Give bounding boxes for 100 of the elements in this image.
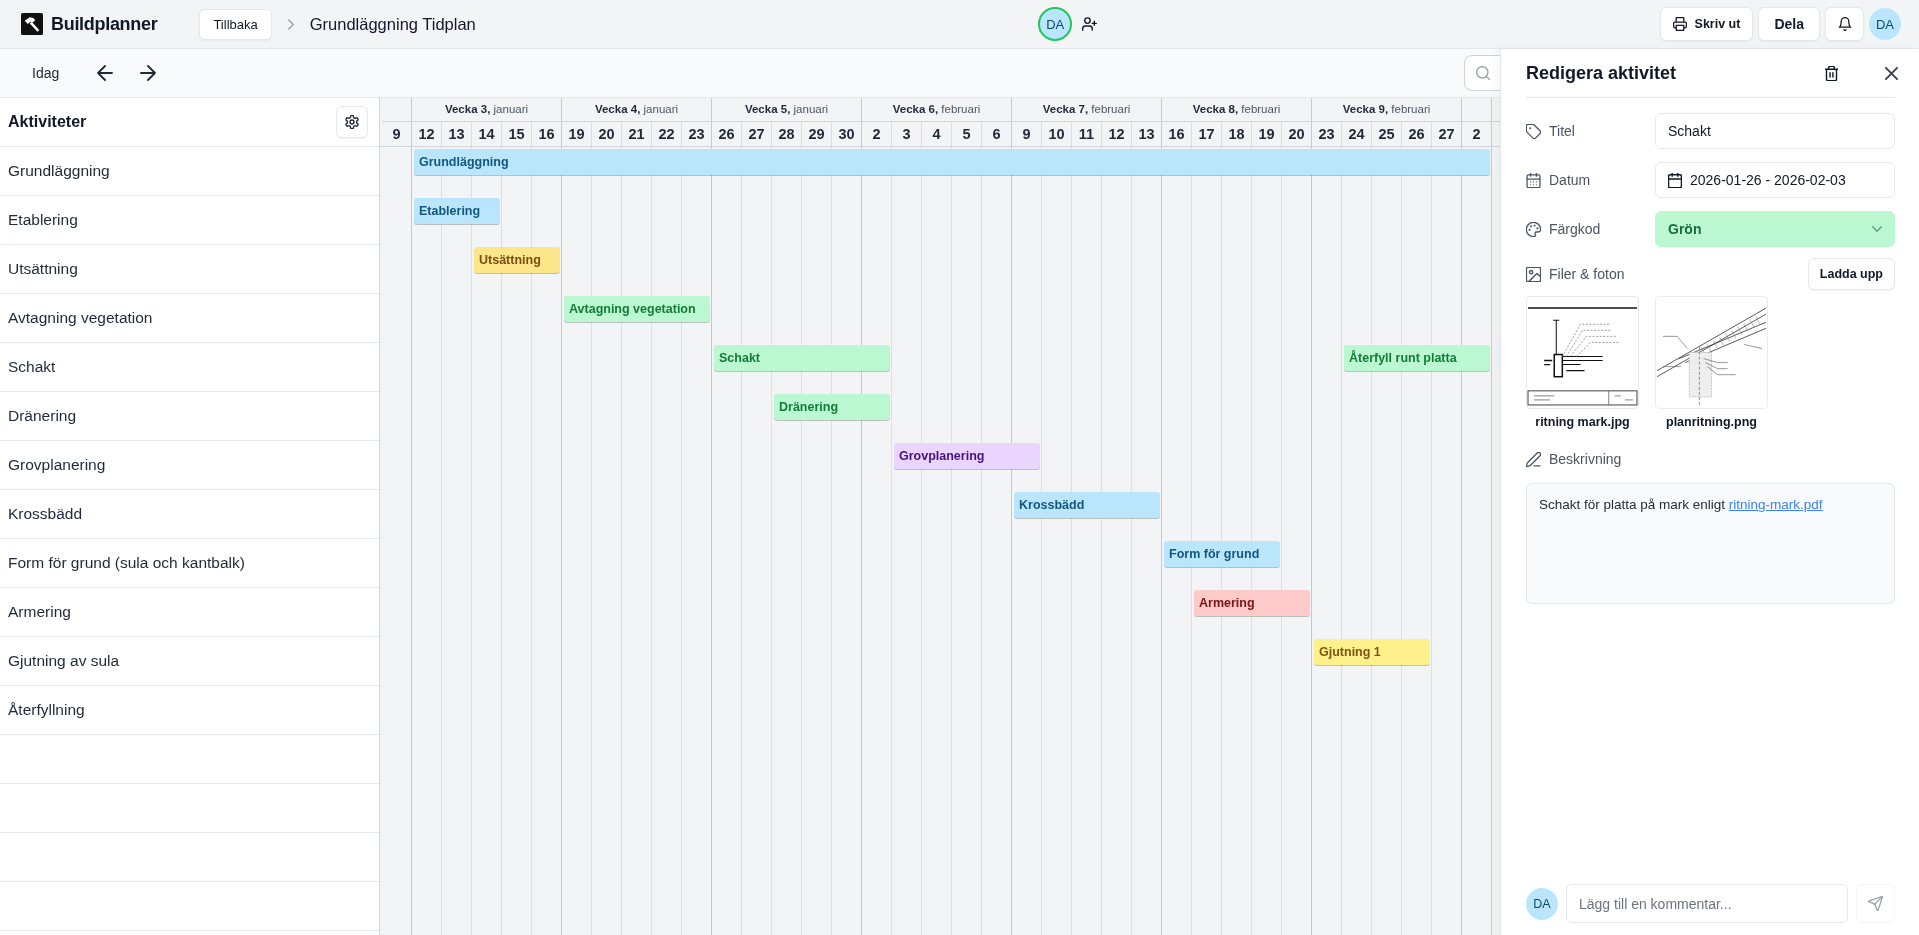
app-name: Buildplanner — [51, 13, 158, 35]
day-header: 23 — [682, 122, 712, 146]
week-header: Vecka 5, januari — [712, 98, 862, 121]
day-header: 24 — [1342, 122, 1372, 146]
activity-name[interactable]: Avtagning vegetation — [8, 309, 153, 327]
file-name: planritning.png — [1666, 415, 1757, 429]
search-icon — [1476, 66, 1490, 80]
task-bar[interactable]: Återfyll runt platta — [1344, 345, 1490, 371]
activity-name[interactable]: Dränering — [8, 407, 77, 425]
chevron-right-icon — [287, 18, 294, 30]
palette-icon — [1526, 221, 1541, 237]
notifications-button[interactable] — [1825, 7, 1864, 41]
field-label: Titel — [1549, 123, 1575, 139]
user-avatar: DA — [1526, 887, 1558, 920]
bell-icon — [1837, 17, 1852, 31]
arrow-left-icon[interactable] — [97, 65, 114, 81]
date-value: 2026-01-26 - 2026-02-03 — [1690, 172, 1846, 188]
activity-name[interactable]: Armering — [8, 603, 71, 621]
select-value: Grön — [1668, 221, 1702, 237]
day-header: 9 — [382, 122, 412, 146]
activity-name[interactable]: Grundläggning — [8, 162, 110, 180]
files-label: Filer & foton — [1549, 266, 1625, 282]
search-field[interactable] — [1464, 55, 1500, 91]
day-header: 13 — [442, 122, 472, 146]
day-header: 16 — [532, 122, 562, 146]
activity-name[interactable]: Etablering — [8, 211, 78, 229]
day-header: 22 — [652, 122, 682, 146]
day-header: 25 — [1372, 122, 1402, 146]
arrow-right-icon[interactable] — [140, 65, 157, 81]
day-header: 26 — [712, 122, 742, 146]
task-bar[interactable]: Etablering — [414, 198, 500, 224]
comment-input[interactable]: Lägg till en kommentar... — [1566, 884, 1848, 923]
field-label: Färgkod — [1549, 221, 1601, 237]
task-bar[interactable]: Form för grund — [1164, 541, 1280, 567]
day-header: 14 — [472, 122, 502, 146]
technical-drawing[interactable] — [1526, 296, 1639, 409]
color-select[interactable]: Grön — [1655, 211, 1895, 247]
day-header: 2 — [862, 122, 892, 146]
day-header: 13 — [1132, 122, 1162, 146]
upload-button[interactable]: Ladda upp — [1807, 258, 1895, 290]
today-button[interactable]: Idag — [20, 59, 72, 87]
activity-name[interactable]: Gjutning av sula — [8, 652, 120, 670]
activity-name[interactable]: Krossbädd — [8, 505, 83, 523]
task-bar[interactable]: Schakt — [714, 345, 890, 371]
panel-title: Redigera aktivitet — [1526, 62, 1677, 84]
task-bar[interactable]: Avtagning vegetation — [564, 296, 710, 322]
day-header: 21 — [622, 122, 652, 146]
settings-button[interactable] — [336, 106, 368, 138]
user-avatar[interactable]: DA — [1869, 8, 1901, 40]
day-header: 4 — [922, 122, 952, 146]
day-header: 2 — [1462, 122, 1492, 146]
image-icon — [1526, 266, 1541, 282]
day-header: 5 — [952, 122, 982, 146]
day-header: 27 — [1432, 122, 1462, 146]
day-header: 23 — [1312, 122, 1342, 146]
day-header: 16 — [1162, 122, 1192, 146]
activity-name[interactable]: Grovplanering — [8, 456, 106, 474]
task-bar[interactable]: Krossbädd — [1014, 492, 1160, 518]
day-header: 19 — [562, 122, 592, 146]
print-button[interactable]: Skriv ut — [1659, 7, 1754, 41]
printer-icon — [1672, 17, 1687, 31]
chevron-down-icon — [1872, 226, 1882, 232]
description-text: Schakt för platta på mark enligt ritning-mark.pdf — [1539, 497, 1824, 512]
calendar-icon — [1526, 172, 1541, 188]
back-button[interactable]: Tillbaka — [199, 8, 272, 40]
day-header: 10 — [1042, 122, 1072, 146]
activity-name[interactable]: Schakt — [8, 358, 56, 376]
activity-name[interactable]: Utsättning — [8, 260, 78, 278]
share-button[interactable]: Dela — [1758, 7, 1820, 41]
task-bar[interactable]: Dränering — [774, 394, 890, 420]
activity-name[interactable]: Återfyllning — [8, 701, 85, 719]
day-header: 3 — [892, 122, 922, 146]
task-bar[interactable]: Grundläggning — [414, 149, 1490, 175]
week-header: Vecka 7, februari — [1012, 98, 1162, 121]
user-plus-icon[interactable] — [1082, 17, 1098, 31]
day-header: 30 — [832, 122, 862, 146]
file-link[interactable]: ritning-mark.pdf — [1728, 497, 1823, 512]
send-icon — [1868, 896, 1883, 911]
description-field[interactable]: Schakt för platta på mark enligt ritning-mark.pdf — [1526, 483, 1895, 604]
description-label: Beskrivning — [1549, 451, 1622, 467]
task-bar[interactable]: Utsättning — [474, 247, 560, 273]
day-header: 20 — [592, 122, 622, 146]
day-header: 27 — [742, 122, 772, 146]
trash-icon[interactable] — [1825, 65, 1838, 81]
day-header: 28 — [772, 122, 802, 146]
calendar-icon — [1668, 172, 1682, 188]
day-header: 29 — [802, 122, 832, 146]
date-input[interactable]: 2026-01-26 - 2026-02-03 — [1655, 162, 1895, 198]
title-input[interactable]: Schakt — [1655, 113, 1895, 149]
close-icon[interactable] — [1885, 66, 1898, 80]
task-bar[interactable]: Armering — [1194, 590, 1310, 616]
day-header: 6 — [982, 122, 1012, 146]
week-header: Vecka 4, januari — [562, 98, 712, 121]
hammer-logo-icon — [21, 13, 43, 35]
file-name: ritning mark.jpg — [1535, 415, 1630, 429]
week-header: Vecka 8, februari — [1162, 98, 1312, 121]
task-bar[interactable]: Grovplanering — [894, 443, 1040, 469]
field-label: Datum — [1549, 172, 1591, 188]
activity-name[interactable]: Form för grund (sula och kantbalk) — [8, 554, 245, 572]
task-bar[interactable]: Gjutning 1 — [1314, 639, 1430, 665]
